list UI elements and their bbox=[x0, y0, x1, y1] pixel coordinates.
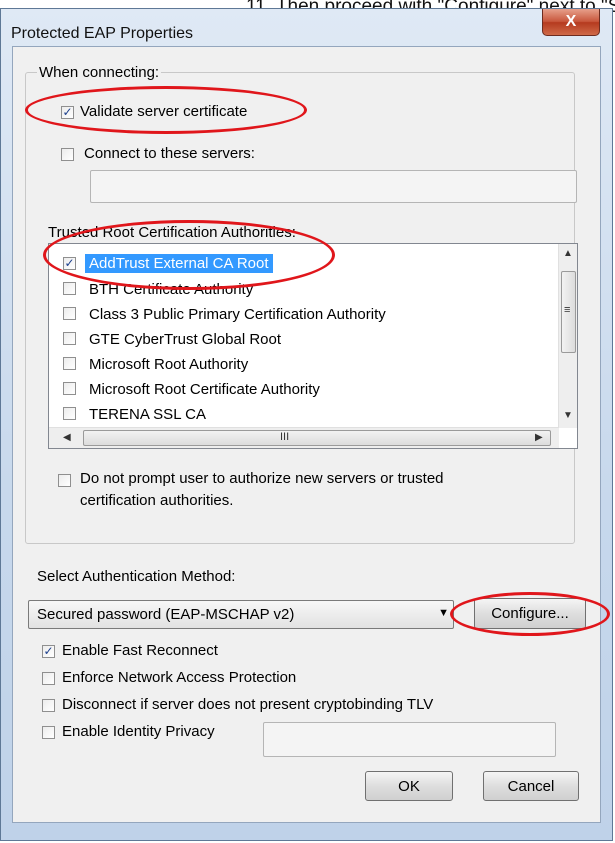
horizontal-scrollbar[interactable]: ◀ III ▶ bbox=[49, 427, 559, 448]
connect-servers-label: Connect to these servers: bbox=[84, 145, 255, 162]
close-icon: X bbox=[565, 13, 577, 30]
grip-icon: III bbox=[280, 431, 290, 443]
validate-server-label: Validate server certificate bbox=[80, 103, 248, 120]
cancel-button[interactable]: Cancel bbox=[483, 771, 579, 801]
auth-method-select[interactable]: Secured password (EAP-MSCHAP v2) ▼ bbox=[28, 600, 454, 629]
no-prompt-checkbox[interactable] bbox=[58, 474, 71, 487]
fast-reconnect-checkbox[interactable]: ✓ bbox=[42, 645, 55, 658]
cryptobinding-checkbox[interactable] bbox=[42, 699, 55, 712]
item-checkbox[interactable] bbox=[63, 282, 76, 295]
close-button[interactable]: X bbox=[542, 9, 600, 36]
identity-privacy-checkbox[interactable] bbox=[42, 726, 55, 739]
scroll-up-icon[interactable]: ▲ bbox=[563, 248, 573, 259]
nap-label: Enforce Network Access Protection bbox=[62, 669, 297, 686]
list-item-label: Microsoft Root Certificate Authority bbox=[89, 381, 320, 398]
window-title: Protected EAP Properties bbox=[11, 25, 194, 42]
auth-method-value: Secured password (EAP-MSCHAP v2) bbox=[37, 606, 295, 623]
check-icon: ✓ bbox=[64, 256, 75, 270]
horizontal-scroll-thumb[interactable]: III bbox=[83, 430, 551, 446]
list-item[interactable]: ✓ AddTrust External CA Root bbox=[49, 252, 549, 277]
item-checkbox[interactable] bbox=[63, 382, 76, 395]
connect-servers-checkbox[interactable] bbox=[61, 148, 74, 161]
scroll-left-icon[interactable]: ◀ bbox=[63, 432, 71, 443]
chevron-down-icon: ▼ bbox=[438, 607, 449, 619]
item-checkbox[interactable] bbox=[63, 357, 76, 370]
item-checkbox[interactable] bbox=[63, 307, 76, 320]
grip-icon: ≡ bbox=[564, 304, 571, 316]
when-connecting-label: When connecting: bbox=[37, 64, 162, 81]
list-item[interactable]: TERENA SSL CA bbox=[49, 402, 549, 427]
trusted-root-label: Trusted Root Certification Authorities: bbox=[48, 224, 296, 241]
ok-button[interactable]: OK bbox=[365, 771, 453, 801]
auth-method-label: Select Authentication Method: bbox=[37, 568, 236, 585]
scroll-down-icon[interactable]: ▼ bbox=[563, 410, 573, 421]
list-item-label: GTE CyberTrust Global Root bbox=[89, 331, 282, 348]
item-checkbox[interactable] bbox=[63, 407, 76, 420]
check-icon: ✓ bbox=[62, 105, 73, 119]
identity-privacy-label: Enable Identity Privacy bbox=[62, 723, 215, 740]
list-item[interactable]: Microsoft Root Authority bbox=[49, 352, 549, 377]
list-item[interactable]: GTE CyberTrust Global Root bbox=[49, 327, 549, 352]
list-item-label: TERENA SSL CA bbox=[89, 406, 206, 423]
validate-server-checkbox[interactable]: ✓ bbox=[61, 106, 74, 119]
nap-checkbox[interactable] bbox=[42, 672, 55, 685]
list-item-label: Microsoft Root Authority bbox=[89, 356, 249, 373]
list-item[interactable]: Microsoft Root Certificate Authority bbox=[49, 377, 549, 402]
list-item[interactable]: Class 3 Public Primary Certification Aut… bbox=[49, 302, 549, 327]
vertical-scrollbar[interactable]: ▲ ≡ ▼ bbox=[558, 244, 577, 428]
list-item-label: Class 3 Public Primary Certification Aut… bbox=[89, 306, 386, 323]
list-item-label: AddTrust External CA Root bbox=[85, 254, 273, 273]
configure-button[interactable]: Configure... bbox=[474, 598, 586, 629]
trusted-root-list[interactable]: ✓ AddTrust External CA Root BTH Certific… bbox=[48, 243, 578, 449]
scroll-right-icon[interactable]: ▶ bbox=[535, 432, 543, 443]
fast-reconnect-label: Enable Fast Reconnect bbox=[62, 642, 218, 659]
servers-input[interactable] bbox=[90, 170, 577, 203]
item-checkbox[interactable] bbox=[63, 332, 76, 345]
identity-privacy-input[interactable] bbox=[263, 722, 556, 757]
check-icon: ✓ bbox=[43, 644, 54, 658]
cryptobinding-label: Disconnect if server does not present cr… bbox=[62, 696, 434, 713]
list-item[interactable]: BTH Certificate Authority bbox=[49, 277, 549, 302]
vertical-scroll-thumb[interactable]: ≡ bbox=[561, 271, 576, 353]
no-prompt-label-line2: certification authorities. bbox=[80, 492, 234, 509]
no-prompt-label-line1: Do not prompt user to authorize new serv… bbox=[80, 470, 444, 487]
list-item-label: BTH Certificate Authority bbox=[89, 281, 254, 298]
item-checkbox[interactable]: ✓ bbox=[63, 257, 76, 270]
